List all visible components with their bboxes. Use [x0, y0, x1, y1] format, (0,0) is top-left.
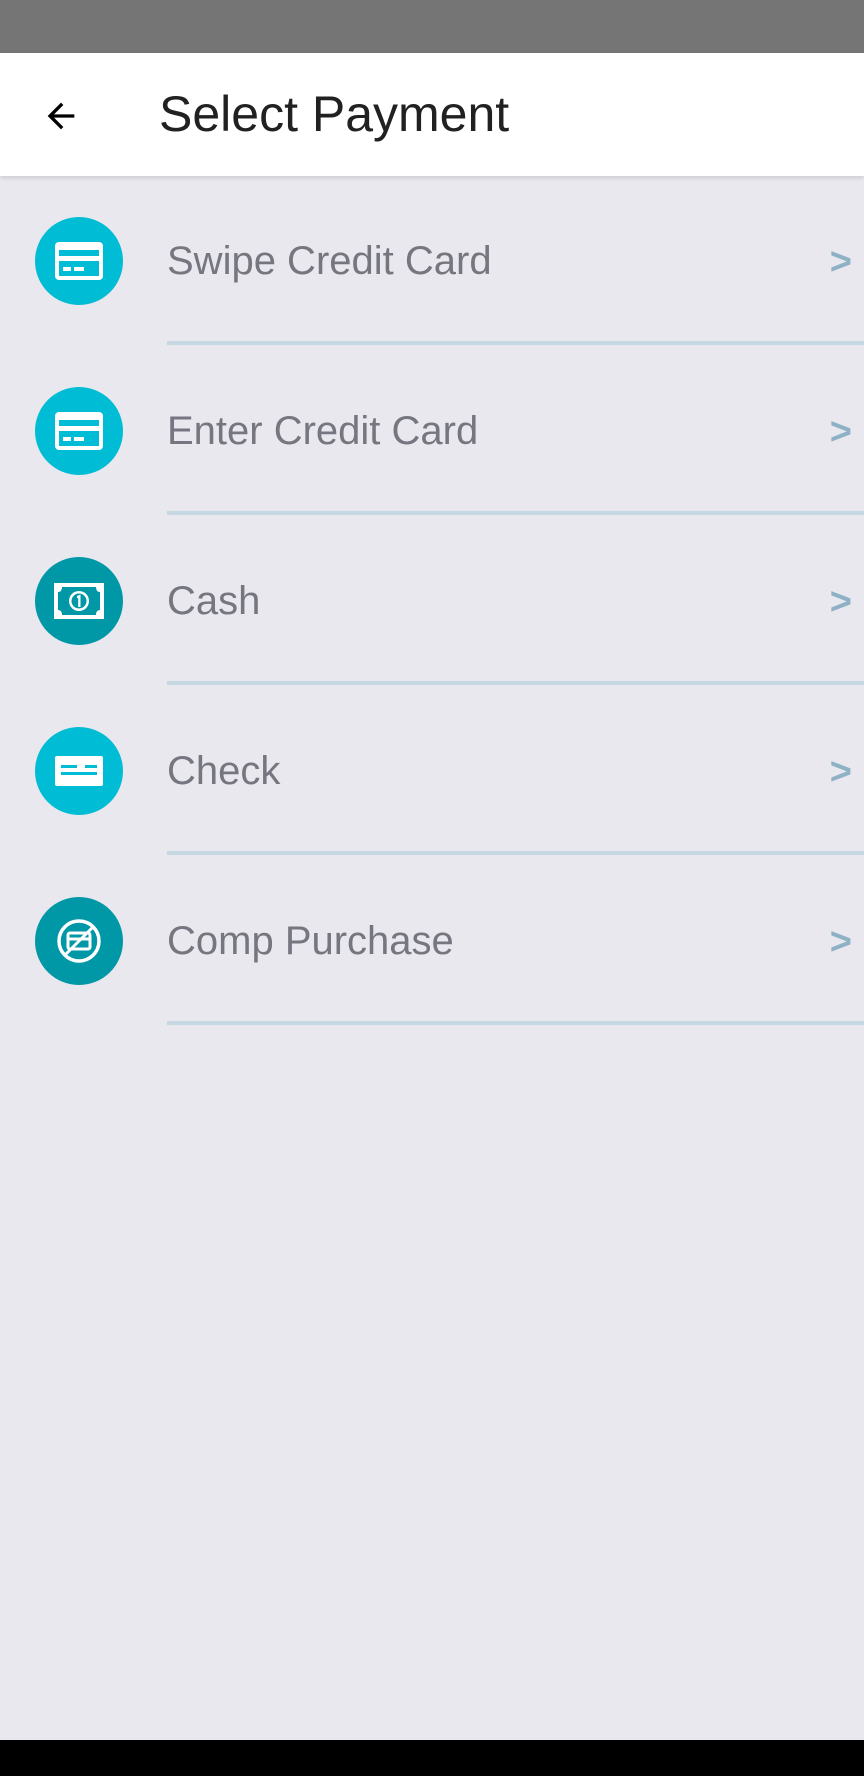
credit-card-icon [35, 387, 123, 475]
chevron-right-icon: > [829, 411, 852, 453]
payment-option-label: Cash [167, 579, 261, 623]
payment-option-label: Check [167, 749, 281, 793]
payment-option-label: Comp Purchase [167, 919, 454, 963]
payment-options-list: Swipe Credit Card > Enter Credit Card > [0, 176, 864, 1026]
divider [167, 341, 864, 345]
cash-icon [35, 557, 123, 645]
chevron-right-icon: > [829, 921, 852, 963]
back-button[interactable] [28, 83, 94, 149]
divider [167, 511, 864, 515]
status-bar [0, 0, 864, 53]
payment-option-check[interactable]: Check > [0, 686, 864, 856]
divider [167, 681, 864, 685]
comp-purchase-icon [35, 897, 123, 985]
credit-card-icon [35, 217, 123, 305]
app-bar: Select Payment [0, 53, 864, 176]
payment-option-comp-purchase[interactable]: Comp Purchase > [0, 856, 864, 1026]
payment-option-swipe-credit-card[interactable]: Swipe Credit Card > [0, 176, 864, 346]
chevron-right-icon: > [829, 581, 852, 623]
payment-option-enter-credit-card[interactable]: Enter Credit Card > [0, 346, 864, 516]
payment-option-cash[interactable]: Cash > [0, 516, 864, 686]
divider [167, 851, 864, 855]
chevron-right-icon: > [829, 751, 852, 793]
arrow-left-icon [47, 102, 75, 130]
divider [167, 1021, 864, 1025]
check-icon [35, 727, 123, 815]
navigation-bar [0, 1740, 864, 1776]
page-title: Select Payment [159, 86, 510, 142]
chevron-right-icon: > [829, 241, 852, 283]
payment-option-label: Swipe Credit Card [167, 239, 492, 283]
payment-option-label: Enter Credit Card [167, 409, 479, 453]
